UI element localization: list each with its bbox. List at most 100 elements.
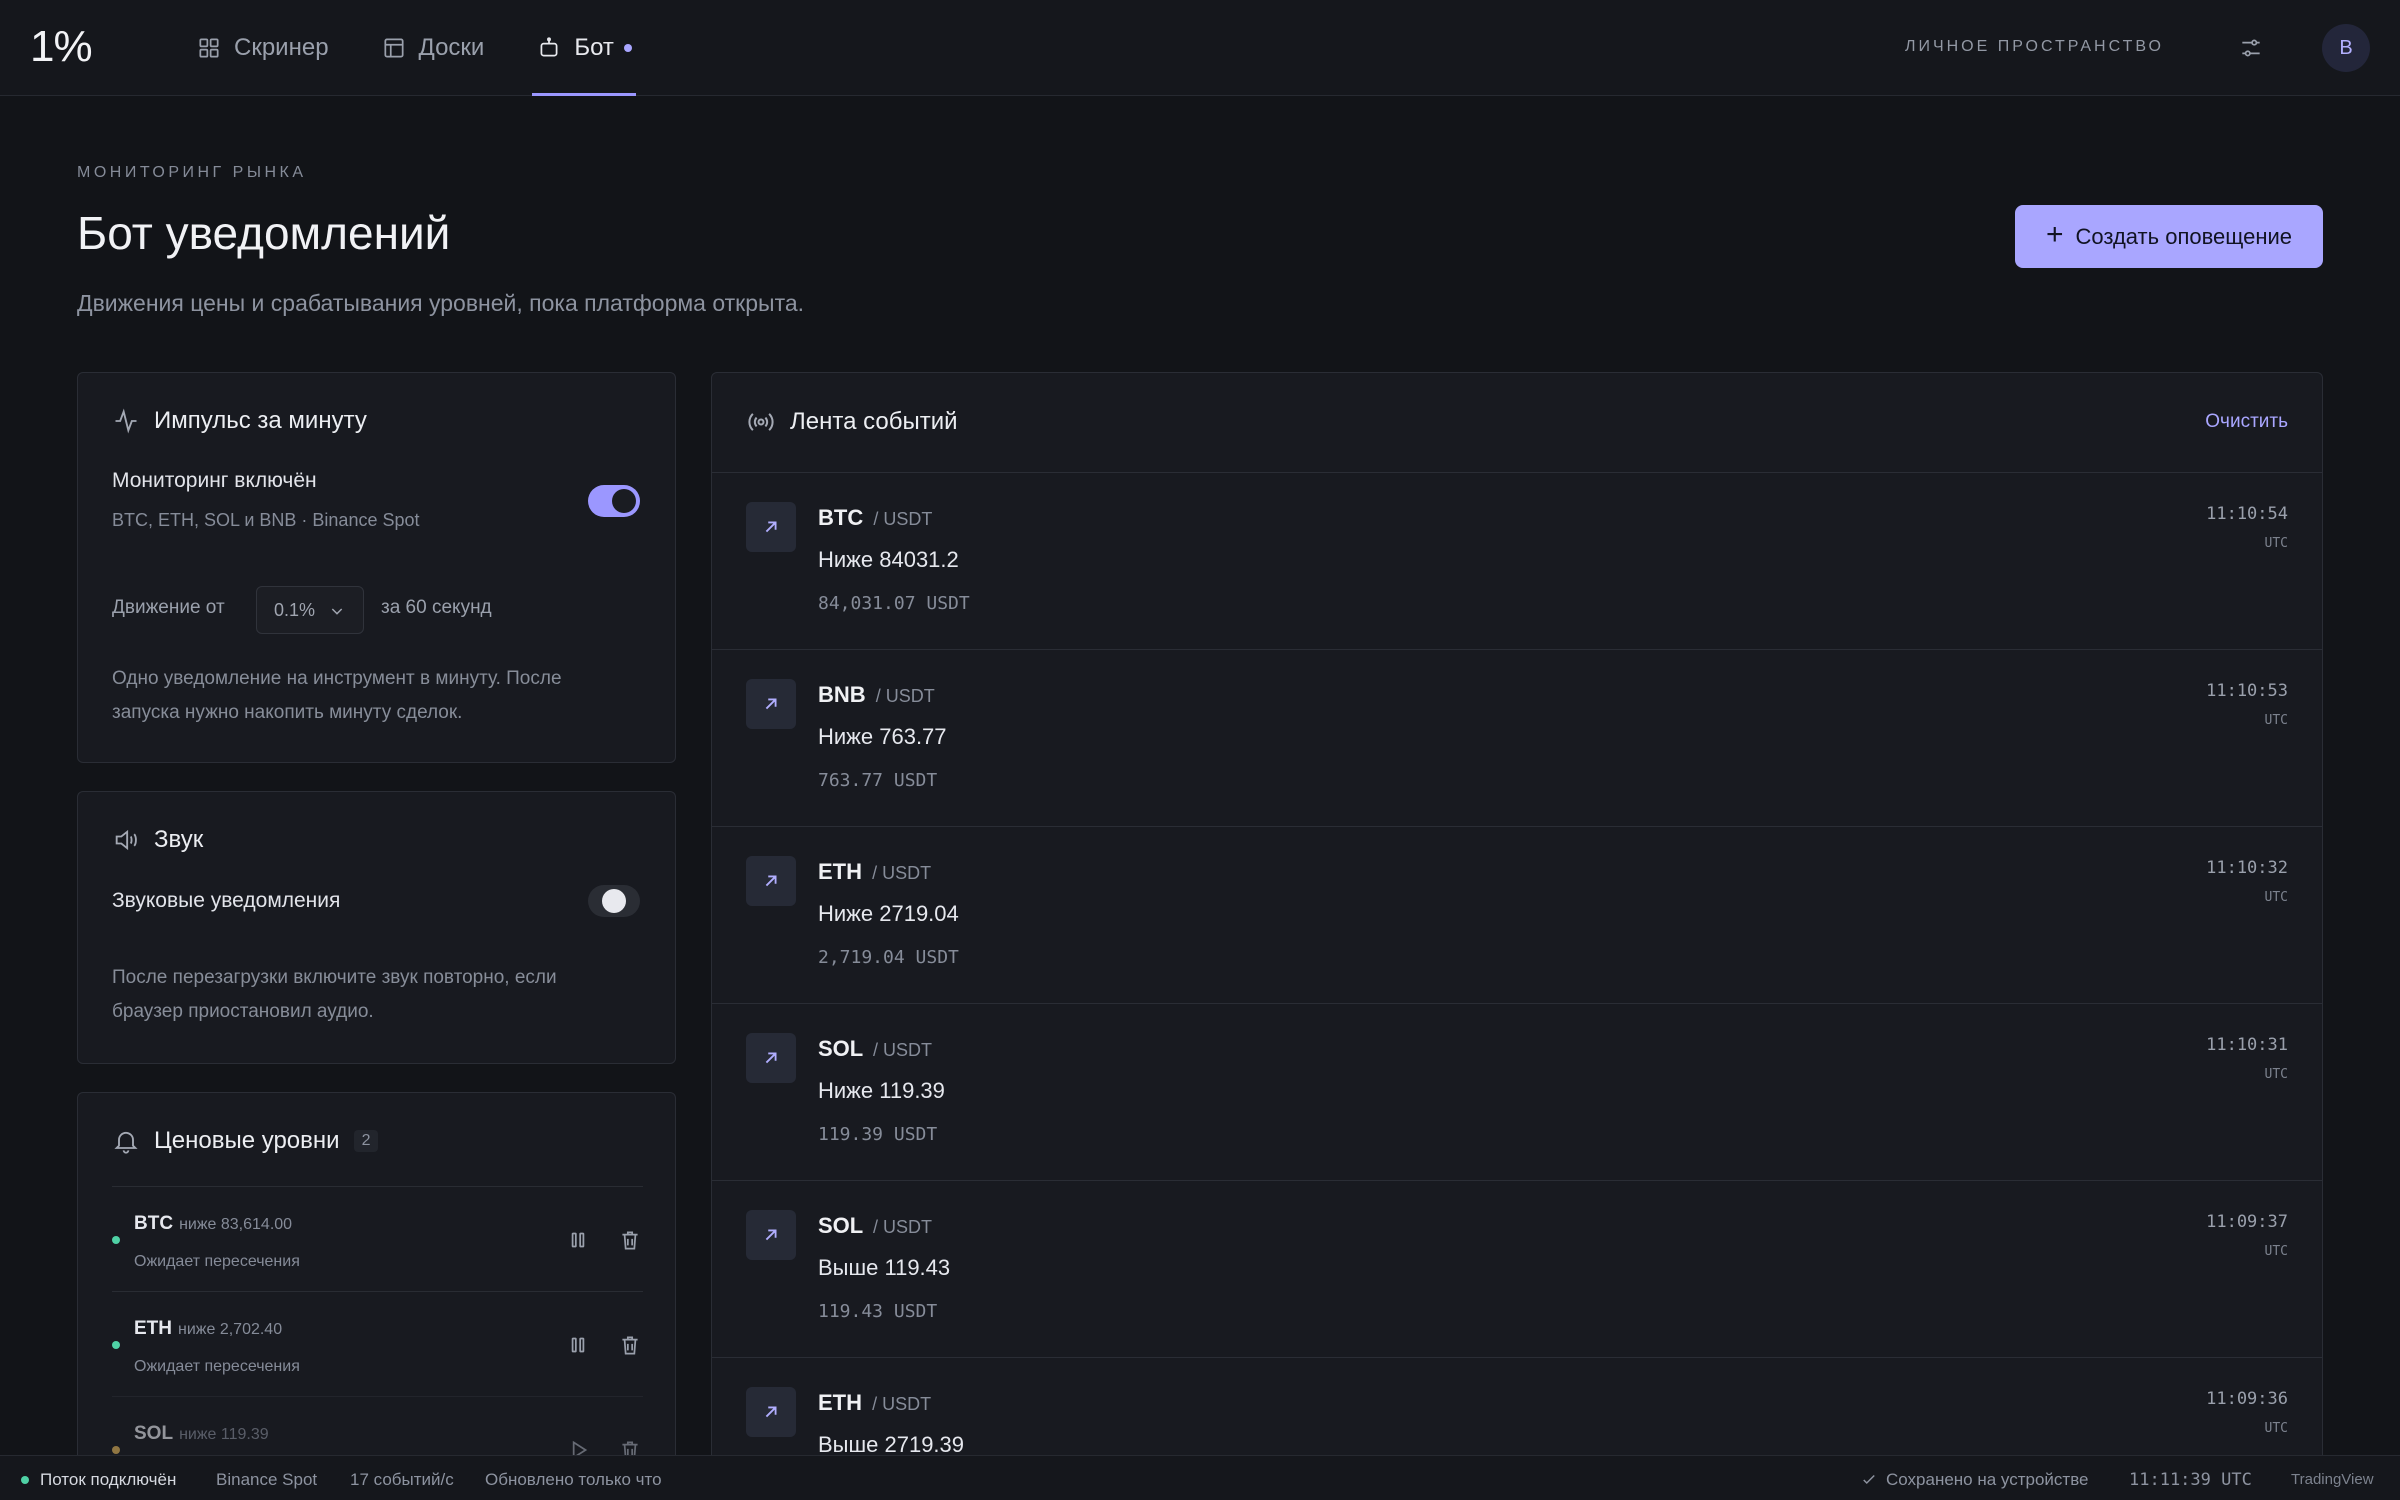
event-row[interactable]: ETH / USDT Ниже 2719.04 2,719.04 USDT 11… xyxy=(712,827,2322,1004)
nav-tab-label: Доски xyxy=(418,34,485,61)
arrow-up-right-icon xyxy=(746,1387,796,1437)
trash-icon[interactable] xyxy=(617,1332,643,1358)
event-time: 11:09:36 xyxy=(2206,1389,2288,1409)
event-symbol-text: ETH xyxy=(818,859,862,884)
event-row[interactable]: SOL / USDT Ниже 119.39 119.39 USDT 11:10… xyxy=(712,1004,2322,1181)
nav-tab-bot[interactable]: Бот xyxy=(532,0,636,96)
event-time: 11:10:32 xyxy=(2206,858,2288,878)
app-logo[interactable]: 1% xyxy=(30,22,93,72)
event-timezone: UTC xyxy=(2264,536,2288,551)
arrow-up-right-icon xyxy=(746,1033,796,1083)
sound-note: После перезагрузки включите звук повторн… xyxy=(112,967,557,1022)
event-symbol: BNB / USDT xyxy=(818,682,935,708)
event-feed: Лента событий Очистить BTC / USDT Ниже 8… xyxy=(711,372,2323,1500)
status-updated: Обновлено только что xyxy=(485,1470,662,1489)
impulse-card-title: Импульс за минуту xyxy=(112,407,367,435)
workspace-label[interactable]: ЛИЧНОЕ ПРОСТРАНСТВО xyxy=(1905,38,2164,56)
price-levels-card: Ценовые уровни 2 BTC ниже 83,614.00 Ожида… xyxy=(77,1092,676,1500)
level-state: Ожидает пересечения xyxy=(134,1358,300,1375)
event-timezone: UTC xyxy=(2264,1421,2288,1436)
toggle-knob xyxy=(612,489,636,513)
event-quote: / USDT xyxy=(872,1040,932,1060)
saved-status: Сохранено на устройстве xyxy=(1860,1470,2089,1490)
levels-title-text: Ценовые уровни xyxy=(154,1127,340,1154)
main-nav: Скринер Доски Бот xyxy=(192,0,680,96)
level-symbol: ETH ниже 2,702.40 xyxy=(134,1318,282,1340)
feed-title: Лента событий xyxy=(746,407,958,437)
event-price: 119.43 USDT xyxy=(818,1301,938,1322)
pause-icon[interactable] xyxy=(565,1227,591,1253)
level-row: ETH ниже 2,702.40 Ожидает пересечения xyxy=(112,1291,643,1396)
sound-toggle[interactable] xyxy=(588,885,640,917)
level-row: BTC ниже 83,614.00 Ожидает пересечения xyxy=(112,1186,643,1291)
event-symbol: SOL / USDT xyxy=(818,1213,932,1239)
stream-status: Поток подключён xyxy=(40,1470,177,1489)
trash-icon[interactable] xyxy=(617,1227,643,1253)
monitoring-subtext: BTC, ETH, SOL и BNB · Binance Spot xyxy=(112,510,420,530)
event-timezone: UTC xyxy=(2264,1067,2288,1082)
nav-tab-label: Бот xyxy=(574,34,614,61)
create-alert-button[interactable]: + Создать оповещение xyxy=(2015,205,2323,268)
grid-icon xyxy=(199,38,219,58)
stream-status-dot xyxy=(21,1476,29,1484)
nav-tab-boards[interactable]: Доски xyxy=(377,0,489,96)
event-timezone: UTC xyxy=(2264,890,2288,905)
event-quote: / USDT xyxy=(872,863,932,883)
status-exchange: Binance Spot xyxy=(216,1470,318,1489)
event-timezone: UTC xyxy=(2264,713,2288,728)
arrow-up-right-icon xyxy=(746,1210,796,1260)
create-alert-label: Создать оповещение xyxy=(2075,223,2293,249)
levels-count-badge: 2 xyxy=(353,1130,379,1152)
monitoring-toggle[interactable] xyxy=(588,485,640,517)
impulse-note: Одно уведомление на инструмент в минуту.… xyxy=(112,668,562,723)
pause-icon[interactable] xyxy=(565,1332,591,1358)
layout-icon xyxy=(384,38,404,58)
status-clock: 11:11:39 UTC xyxy=(2129,1470,2252,1490)
event-symbol: ETH / USDT xyxy=(818,1390,931,1416)
event-time: 11:10:31 xyxy=(2206,1035,2288,1055)
threshold-select[interactable]: 0.1% xyxy=(256,586,364,634)
level-symbol: SOL ниже 119.39 xyxy=(134,1423,269,1445)
activity-icon xyxy=(115,408,137,434)
speaker-icon xyxy=(115,829,137,851)
sound-label: Звуковые уведомления xyxy=(112,889,341,912)
level-symbol-text: ETH xyxy=(134,1318,172,1339)
clear-feed-button[interactable]: Очистить xyxy=(2205,411,2288,433)
level-symbol-text: BTC xyxy=(134,1213,174,1234)
level-symbol: BTC ниже 83,614.00 xyxy=(134,1213,292,1235)
event-price: 2,719.04 USDT xyxy=(818,947,959,968)
nav-tab-screener[interactable]: Скринер xyxy=(192,0,333,96)
event-row[interactable]: BNB / USDT Ниже 763.77 763.77 USDT 11:10… xyxy=(712,650,2322,827)
user-avatar[interactable]: B xyxy=(2322,24,2370,72)
event-price: 763.77 USDT xyxy=(818,770,938,791)
event-time: 11:09:37 xyxy=(2206,1212,2288,1232)
event-message: Ниже 84031.2 xyxy=(818,547,959,572)
event-symbol-text: SOL xyxy=(818,1036,863,1061)
event-timezone: UTC xyxy=(2264,1244,2288,1259)
provider-attribution[interactable]: TradingView xyxy=(2291,1471,2374,1488)
level-condition: ниже 83,614.00 xyxy=(179,1216,293,1233)
event-message: Ниже 2719.04 xyxy=(818,901,959,926)
monitoring-label: Мониторинг включён xyxy=(112,469,317,492)
event-symbol-text: BNB xyxy=(818,682,866,707)
event-row[interactable]: SOL / USDT Выше 119.43 119.43 USDT 11:09… xyxy=(712,1181,2322,1358)
broadcast-icon xyxy=(748,413,774,431)
impulse-card: Импульс за минуту Мониторинг включён BTC… xyxy=(77,372,676,763)
event-symbol: ETH / USDT xyxy=(818,859,931,885)
event-symbol-text: BTC xyxy=(818,505,864,530)
event-quote: / USDT xyxy=(875,686,935,706)
arrow-up-right-icon xyxy=(746,856,796,906)
event-price: 119.39 USDT xyxy=(818,1124,938,1145)
sliders-icon xyxy=(2242,39,2260,57)
event-symbol-text: ETH xyxy=(818,1390,862,1415)
sound-card: Звук Звуковые уведомления После перезагр… xyxy=(77,791,676,1064)
event-row[interactable]: BTC / USDT Ниже 84031.2 84,031.07 USDT 1… xyxy=(712,473,2322,650)
top-nav-bar: 1% Скринер Доски Бот ЛИЧНОЕ ПРОСТРАНСТВО… xyxy=(0,0,2400,96)
plus-icon: + xyxy=(2045,218,2064,251)
status-rate: 17 событий/с xyxy=(350,1470,454,1489)
impulse-title-text: Импульс за минуту xyxy=(154,407,367,434)
level-state: Ожидает пересечения xyxy=(134,1253,300,1270)
page-title: Бот уведомлений xyxy=(77,207,451,259)
settings-sliders-button[interactable] xyxy=(2234,31,2268,65)
page-subtitle: Движения цены и срабатывания уровней, по… xyxy=(77,290,805,316)
